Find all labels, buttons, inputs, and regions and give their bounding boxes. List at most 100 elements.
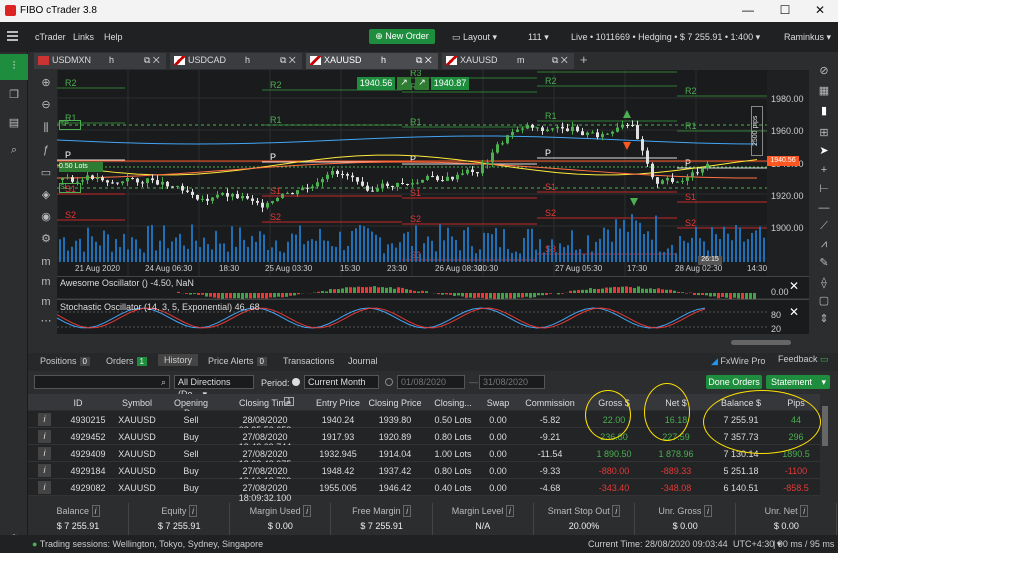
quickbar-icon[interactable]: ▭ bbox=[39, 166, 53, 180]
column-header[interactable]: ID bbox=[28, 398, 128, 408]
grid-icon[interactable]: ▦ bbox=[817, 84, 831, 98]
tab-history[interactable]: History bbox=[158, 354, 199, 366]
close-ao-icon[interactable]: ✕ bbox=[789, 279, 799, 293]
price-chart[interactable]: R2R1PS1S2R2R1PS1S2R2R1PS1S2R3S3R2R1PS1S2… bbox=[56, 62, 794, 276]
column-header[interactable]: Swap bbox=[480, 398, 516, 408]
crosshair-icon[interactable]: + bbox=[817, 164, 831, 178]
user-menu[interactable]: Raminkus ▾ bbox=[784, 32, 831, 43]
tab-transactions[interactable]: Transactions bbox=[283, 356, 334, 366]
scroll-thumb[interactable] bbox=[731, 340, 791, 345]
tab-journal[interactable]: Journal bbox=[348, 356, 378, 366]
column-header[interactable]: Closing Price bbox=[366, 398, 424, 408]
position-lots-label[interactable]: 0.50 Lots bbox=[59, 162, 103, 172]
buy-price-button[interactable]: 1940.87 bbox=[431, 77, 469, 90]
period-radio[interactable] bbox=[292, 378, 300, 386]
table-row[interactable]: i 4929082 XAUUSD Buy 27/08/2020 18:09:32.100… bbox=[28, 479, 820, 503]
maximize-icon[interactable]: ☐ bbox=[775, 3, 795, 17]
sell-price-button[interactable]: 1940.56 bbox=[357, 77, 395, 90]
detach-icon[interactable]: ⧉ ✕ bbox=[416, 53, 432, 68]
statement-button[interactable]: Statement ▾ bbox=[766, 375, 830, 389]
timeframe-m5-icon[interactable]: m bbox=[39, 276, 53, 290]
info-icon[interactable]: i bbox=[38, 430, 51, 443]
trade-mode-button[interactable]: ⫶ bbox=[0, 54, 28, 80]
info-icon[interactable]: i bbox=[703, 505, 712, 517]
to-date-input[interactable]: 31/08/2020 bbox=[479, 375, 545, 389]
text-box-icon[interactable]: ▢ bbox=[817, 294, 831, 308]
fxwire-button[interactable]: ◢ FxWire Pro bbox=[711, 356, 765, 367]
tab-positions[interactable]: Positions 0 bbox=[40, 356, 90, 366]
zoom-out-icon[interactable]: ⊖ bbox=[39, 98, 53, 112]
candles-icon[interactable]: ⫼ bbox=[39, 122, 53, 136]
stop-loss-label[interactable]: SL bbox=[59, 183, 81, 193]
close-stoch-icon[interactable]: ✕ bbox=[789, 305, 799, 319]
trend-line-icon[interactable]: ⟋ bbox=[817, 220, 831, 234]
table-row[interactable]: i4930215XAUUSDSell28/08/2020 08:35:50.65… bbox=[28, 411, 820, 435]
from-date-input[interactable]: 01/08/2020 bbox=[397, 375, 465, 389]
fibonacci-icon[interactable]: ⩘ bbox=[817, 238, 831, 252]
done-orders-button[interactable]: Done Orders bbox=[706, 375, 762, 389]
sell-arrow-icon[interactable]: ↗ bbox=[397, 77, 411, 90]
column-header[interactable]: Closing... bbox=[430, 398, 476, 408]
info-icon[interactable]: i bbox=[38, 447, 51, 460]
info-icon[interactable]: i bbox=[188, 505, 197, 517]
pen-icon[interactable]: ✎ bbox=[817, 256, 831, 270]
hamburger-menu-icon[interactable] bbox=[7, 31, 18, 41]
buy-arrow-icon[interactable]: ↗ bbox=[415, 77, 429, 90]
indicator-icon[interactable]: ƒ bbox=[39, 144, 53, 158]
search-input[interactable]: ⌕ bbox=[34, 375, 170, 389]
copy-icon[interactable]: ❐ bbox=[7, 88, 21, 102]
info-icon[interactable]: i bbox=[505, 505, 514, 517]
timeframe-m1-icon[interactable]: m bbox=[39, 256, 53, 270]
info-icon[interactable]: i bbox=[403, 505, 412, 517]
layout-button[interactable]: ▭ Layout ▾ bbox=[452, 32, 497, 43]
table-row[interactable]: i4929409XAUUSDSell27/08/2020 18:38:48.97… bbox=[28, 445, 820, 469]
measure-icon[interactable]: ⟠ bbox=[817, 276, 831, 290]
tab-usdcad[interactable]: USDCAD h ⧉ ✕ bbox=[170, 53, 302, 69]
zoom-in-icon[interactable]: ⊕ bbox=[39, 76, 53, 90]
column-header[interactable]: Symbol bbox=[116, 398, 158, 408]
timeframe-m15-icon[interactable]: m bbox=[39, 296, 53, 310]
tab-usdmxn[interactable]: USDMXN h ⧉ ✕ bbox=[34, 53, 166, 69]
detach-icon[interactable]: ⧉ ✕ bbox=[144, 53, 160, 68]
tab-price-alerts[interactable]: Price Alerts 0 bbox=[208, 356, 267, 366]
hide-icon[interactable]: ⊘ bbox=[817, 64, 831, 78]
detach-icon[interactable]: ⧉ ✕ bbox=[280, 53, 296, 68]
take-profit-label[interactable]: TP bbox=[59, 120, 81, 130]
range-radio[interactable] bbox=[385, 378, 393, 386]
tab-xauusd-m[interactable]: XAUUSD m ⧉ ✕ bbox=[442, 53, 574, 69]
tab-xauusd-h[interactable]: XAUUSD h ⧉ ✕ bbox=[306, 53, 438, 69]
more-icon[interactable]: ⋯ bbox=[39, 314, 53, 328]
line-icon[interactable]: — bbox=[817, 202, 831, 216]
direction-select[interactable]: All Directions (De... ▾ bbox=[174, 375, 254, 399]
info-icon[interactable]: i bbox=[800, 505, 809, 517]
info-icon[interactable]: i bbox=[38, 413, 51, 426]
detach-icon[interactable]: ⧉ ✕ bbox=[552, 53, 568, 68]
chart-window-icon[interactable]: ▮ bbox=[817, 104, 831, 118]
column-header[interactable]: Commission bbox=[518, 398, 582, 408]
close-icon[interactable]: ✕ bbox=[810, 3, 830, 17]
menu-help[interactable]: Help bbox=[104, 32, 123, 42]
table-row[interactable]: i4929184XAUUSDBuy27/08/2020 18:16:18.799… bbox=[28, 462, 820, 486]
menu-links[interactable]: Links bbox=[73, 32, 94, 42]
account-selector[interactable]: Live • 1011669 • Hedging • $ 7 255.91 • … bbox=[571, 32, 760, 43]
info-icon[interactable]: i bbox=[91, 505, 100, 517]
chart-scrollbar[interactable] bbox=[57, 334, 809, 352]
eye-icon[interactable]: ◉ bbox=[39, 210, 53, 224]
automate-icon[interactable]: ▤ bbox=[7, 116, 21, 130]
period-select[interactable]: Current Month bbox=[304, 375, 379, 389]
table-scrollbar[interactable] bbox=[820, 394, 830, 500]
info-icon[interactable]: i bbox=[38, 464, 51, 477]
table-row[interactable]: i4929452XAUUSDBuy27/08/2020 18:43:09.744… bbox=[28, 428, 820, 452]
menu-ctrader[interactable]: cTrader bbox=[35, 32, 66, 42]
workspace-count[interactable]: 111 ▾ bbox=[528, 32, 549, 43]
info-icon[interactable]: i bbox=[303, 505, 312, 517]
new-order-button[interactable]: ⊕ New Order bbox=[369, 29, 435, 44]
add-tab-icon[interactable]: + bbox=[580, 52, 588, 67]
analyze-icon[interactable]: ⌕ bbox=[7, 144, 21, 158]
info-icon[interactable]: i bbox=[38, 481, 51, 494]
cursor-icon[interactable]: ➤ bbox=[817, 144, 831, 158]
info-icon[interactable]: i bbox=[612, 505, 621, 517]
horizontal-line-icon[interactable]: ⊢ bbox=[817, 182, 831, 196]
layers-icon[interactable]: ◈ bbox=[39, 188, 53, 202]
minimize-icon[interactable]: — bbox=[738, 3, 758, 17]
